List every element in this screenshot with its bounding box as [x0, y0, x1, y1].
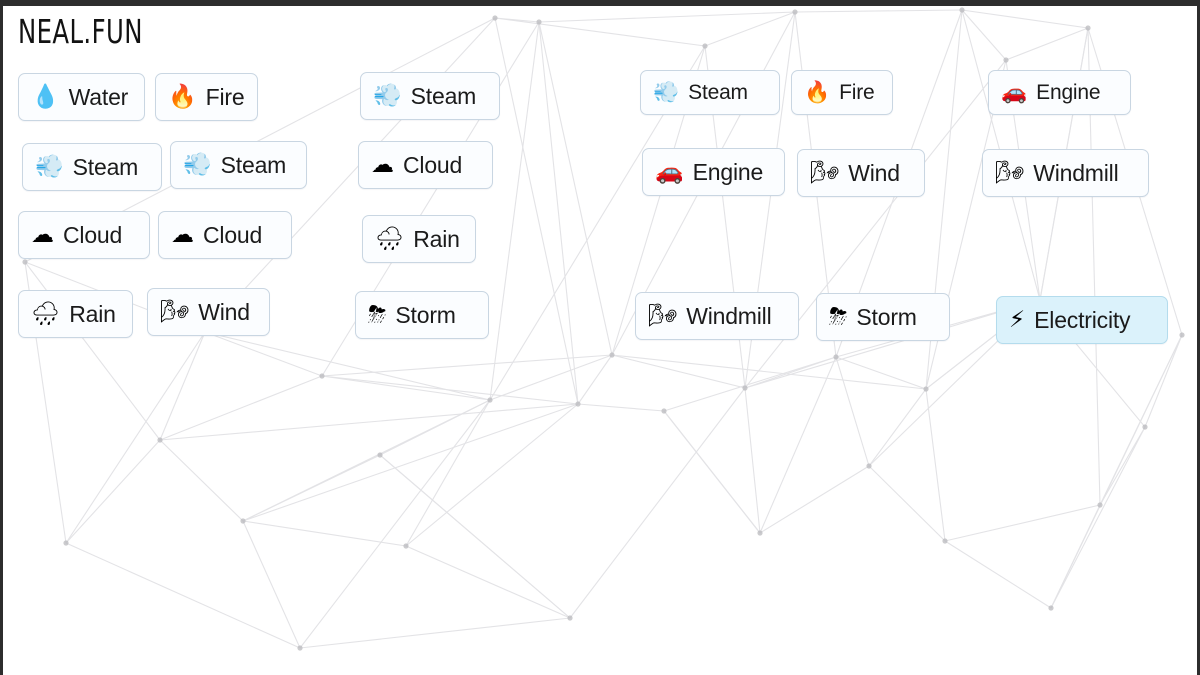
element-card-cloud[interactable]: ☁ Cloud	[158, 211, 292, 259]
element-card-label: Steam	[220, 151, 287, 178]
element-card-label: Cloud	[63, 221, 123, 248]
engine-car-icon: 🚗	[655, 158, 684, 185]
rain-cloud-icon: 🌧	[375, 225, 405, 252]
element-card-label: Fire	[839, 81, 875, 104]
element-card-steam[interactable]: 💨 Steam	[360, 72, 500, 120]
element-card-storm[interactable]: ⛈ Storm	[816, 293, 950, 341]
element-card-steam[interactable]: 💨 Steam	[640, 70, 780, 115]
rain-cloud-icon: 🌧	[31, 300, 61, 327]
element-card-label: Cloud	[203, 221, 263, 248]
element-card-storm[interactable]: ⛈ Storm	[355, 291, 489, 339]
element-card-label: Water	[68, 83, 129, 110]
neal-fun-logo[interactable]: NEAL.FUN	[18, 12, 143, 51]
element-card-engine[interactable]: 🚗 Engine	[642, 148, 785, 196]
element-card-label: Cloud	[403, 151, 463, 178]
element-card-wind[interactable]: 🌬 Wind	[797, 149, 925, 197]
lightning-bolt-icon: ⚡	[1009, 306, 1026, 333]
element-card-cloud[interactable]: ☁ Cloud	[358, 141, 493, 189]
element-card-fire[interactable]: 🔥 Fire	[155, 73, 258, 121]
window-left-chrome	[0, 0, 3, 675]
cloud-icon: ☁	[171, 221, 194, 248]
element-card-wind[interactable]: 🌬 Wind	[147, 288, 270, 336]
element-card-label: Electricity	[1034, 306, 1131, 333]
storm-cloud-icon: ⛈	[368, 301, 387, 328]
element-card-label: Steam	[688, 81, 748, 104]
element-card-label: Engine	[1036, 81, 1101, 104]
element-card-label: Steam	[410, 82, 477, 109]
element-card-label: Storm	[395, 301, 456, 328]
steam-icon: 💨	[183, 151, 212, 178]
element-card-label: Engine	[692, 158, 764, 185]
wind-face-icon: 🌬	[648, 302, 678, 329]
element-card-label: Rain	[69, 300, 116, 327]
element-card-label: Rain	[413, 225, 460, 252]
element-card-label: Fire	[205, 83, 245, 110]
element-card-water[interactable]: 💧 Water	[18, 73, 145, 121]
element-card-cloud[interactable]: ☁ Cloud	[18, 211, 150, 259]
cloud-icon: ☁	[371, 151, 394, 178]
fire-icon: 🔥	[168, 83, 197, 110]
element-card-label: Windmill	[1033, 159, 1119, 186]
cloud-icon: ☁	[31, 221, 54, 248]
infinite-craft-canvas[interactable]: NEAL.FUN 💧 Water 🔥 Fire 💨 Steam 💨 Steam 🔥 Fire 🚗 En…	[0, 0, 1200, 675]
element-card-label: Wind	[198, 298, 250, 325]
element-card-electricity[interactable]: ⚡ Electricity	[996, 296, 1168, 344]
element-card-steam[interactable]: 💨 Steam	[170, 141, 307, 189]
wind-face-icon: 🌬	[810, 159, 840, 186]
element-card-windmill[interactable]: 🌬 Windmill	[982, 149, 1149, 197]
wind-face-icon: 🌬	[995, 159, 1025, 186]
steam-icon: 💨	[373, 82, 402, 109]
steam-icon: 💨	[35, 153, 64, 180]
water-droplet-icon: 💧	[31, 83, 60, 110]
element-card-label: Wind	[848, 159, 900, 186]
element-card-windmill[interactable]: 🌬 Windmill	[635, 292, 799, 340]
fire-icon: 🔥	[804, 80, 831, 104]
storm-cloud-icon: ⛈	[829, 303, 848, 330]
engine-car-icon: 🚗	[1001, 80, 1028, 104]
element-card-label: Storm	[856, 303, 917, 330]
wind-face-icon: 🌬	[160, 298, 190, 325]
element-card-label: Windmill	[686, 302, 772, 329]
steam-icon: 💨	[653, 80, 680, 104]
window-top-chrome	[0, 0, 1200, 6]
element-card-label: Steam	[72, 153, 139, 180]
element-card-rain[interactable]: 🌧 Rain	[18, 290, 133, 338]
element-card-engine[interactable]: 🚗 Engine	[988, 70, 1131, 115]
element-card-fire[interactable]: 🔥 Fire	[791, 70, 893, 115]
element-card-rain[interactable]: 🌧 Rain	[362, 215, 476, 263]
element-card-steam[interactable]: 💨 Steam	[22, 143, 162, 191]
